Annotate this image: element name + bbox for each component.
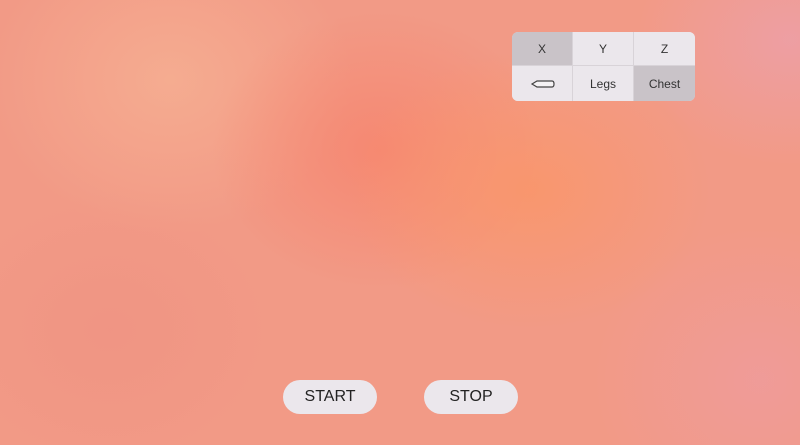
start-button[interactable]: START — [283, 380, 377, 414]
app-screen: X Y Z Legs Chest START STOP — [0, 0, 800, 445]
location-legs-segment[interactable]: Legs — [573, 66, 634, 101]
stop-button[interactable]: STOP — [424, 380, 518, 414]
sensor-selector: X Y Z Legs Chest — [512, 32, 695, 101]
axis-z-label: Z — [660, 41, 669, 56]
axis-y-label: Y — [598, 41, 607, 56]
axis-y-segment[interactable]: Y — [573, 32, 634, 66]
axis-z-segment[interactable]: Z — [634, 32, 695, 66]
axis-x-label: X — [537, 41, 546, 56]
start-button-label: START — [304, 388, 356, 405]
arm-icon — [528, 78, 556, 90]
location-chest-label: Chest — [648, 76, 681, 91]
location-legs-label: Legs — [589, 76, 617, 91]
axis-x-segment[interactable]: X — [512, 32, 573, 66]
location-arm-segment[interactable] — [512, 66, 573, 101]
location-chest-segment[interactable]: Chest — [634, 66, 695, 101]
stop-button-label: STOP — [449, 388, 493, 405]
